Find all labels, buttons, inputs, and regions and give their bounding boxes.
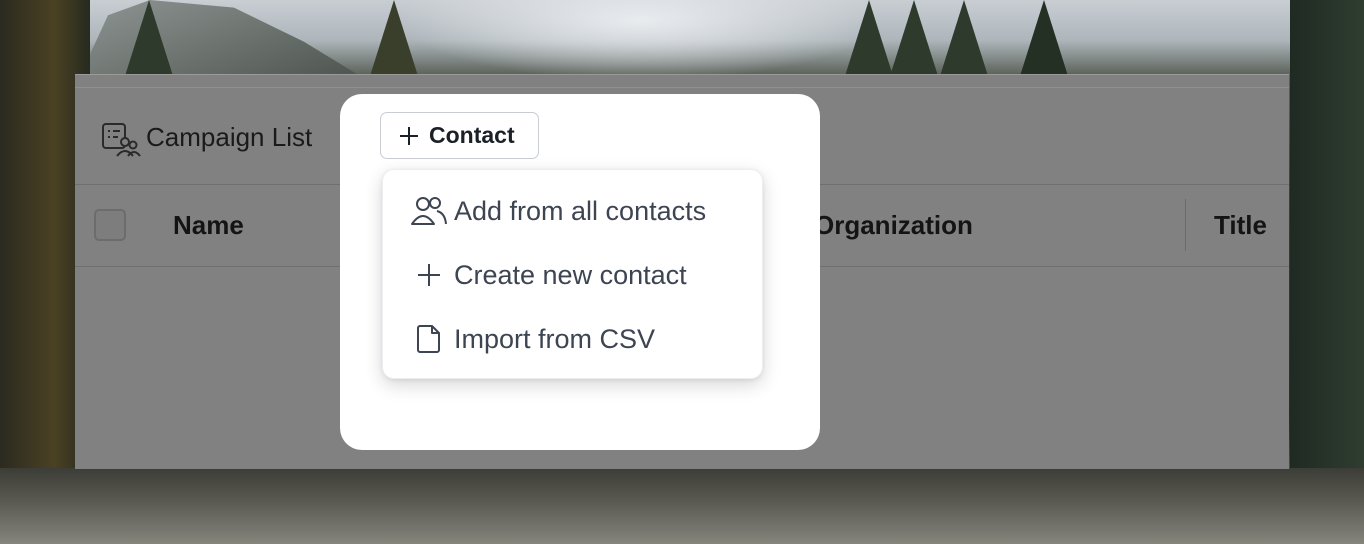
add-contact-modal: Contact Add from all contacts Create new… xyxy=(340,94,820,450)
campaign-list-title: Campaign List xyxy=(146,122,313,152)
background-tree xyxy=(370,0,418,76)
background-tree xyxy=(890,0,938,76)
background-tree xyxy=(125,0,173,76)
background-tree xyxy=(1290,0,1364,544)
menu-item-label: Import from CSV xyxy=(454,323,656,354)
add-contact-dropdown-menu: Add from all contacts Create new contact… xyxy=(382,169,763,379)
column-header-organization[interactable]: Organization xyxy=(814,210,973,241)
users-icon xyxy=(411,195,447,227)
window-divider xyxy=(75,87,1289,88)
background-tree xyxy=(1020,0,1068,76)
menu-item-add-from-all-contacts[interactable]: Add from all contacts xyxy=(383,183,762,239)
add-contact-button[interactable]: Contact xyxy=(380,112,539,159)
menu-item-label: Create new contact xyxy=(454,259,687,290)
add-contact-button-label: Contact xyxy=(429,122,515,148)
column-header-title[interactable]: Title xyxy=(1214,210,1267,241)
column-divider[interactable] xyxy=(1185,199,1186,251)
file-icon xyxy=(411,323,447,355)
column-header-name[interactable]: Name xyxy=(173,210,244,241)
select-all-checkbox[interactable] xyxy=(94,209,126,241)
menu-item-create-new-contact[interactable]: Create new contact xyxy=(383,247,762,303)
plus-icon xyxy=(411,259,447,291)
campaign-list-icon xyxy=(102,123,141,157)
plus-icon xyxy=(400,126,418,145)
background-tree xyxy=(845,0,893,76)
background-ground xyxy=(0,468,1364,544)
menu-item-import-from-csv[interactable]: Import from CSV xyxy=(383,311,762,367)
menu-item-label: Add from all contacts xyxy=(454,195,707,226)
background-tree xyxy=(940,0,988,76)
